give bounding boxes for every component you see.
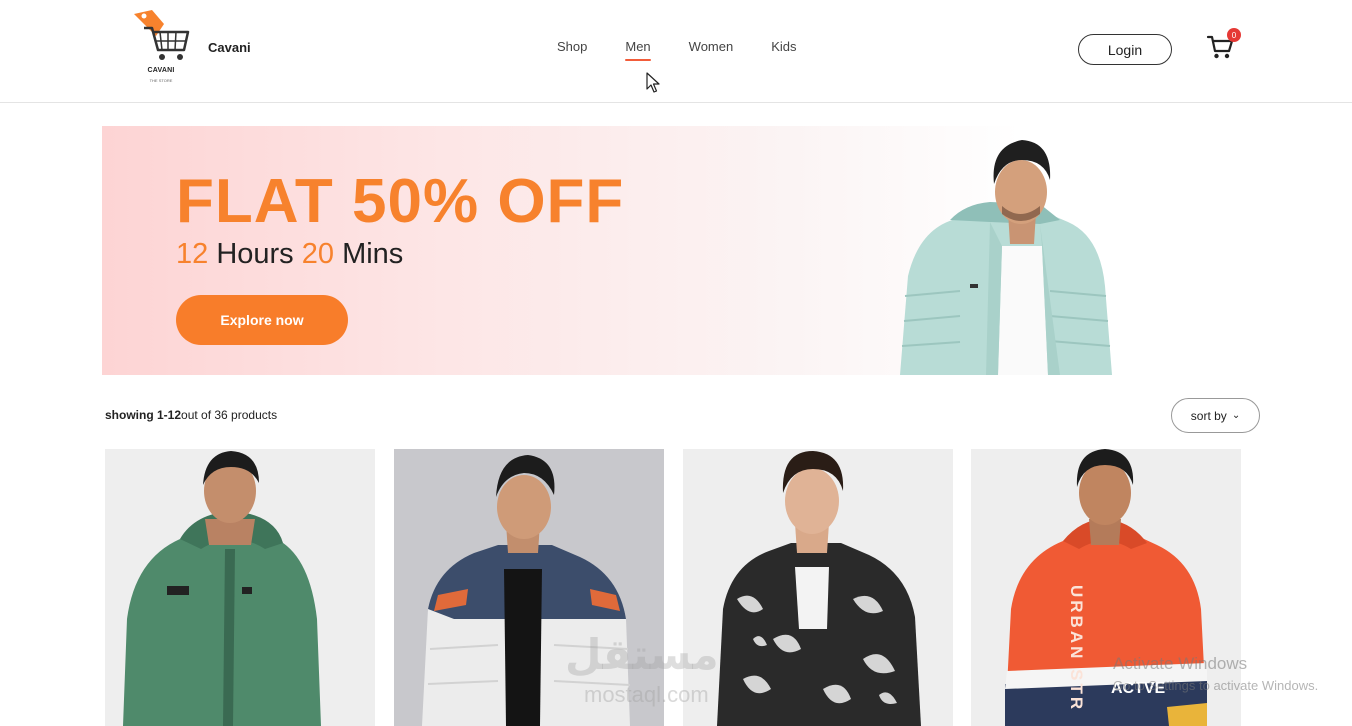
- promo-banner: FLAT 50% OFF 12 Hours 20 Mins Explore no…: [102, 126, 1250, 375]
- chevron-down-icon: ⌄: [1231, 410, 1241, 421]
- nav-item-women[interactable]: Women: [689, 39, 734, 54]
- logo-subtext: THE STORE: [149, 78, 173, 83]
- nav-item-shop[interactable]: Shop: [557, 39, 587, 54]
- explore-now-button[interactable]: Explore now: [176, 295, 348, 345]
- results-total: out of 36 products: [181, 408, 278, 422]
- watermark-site: mostaql.com: [584, 682, 709, 707]
- cart-count-badge: 0: [1227, 28, 1241, 42]
- mouse-cursor-icon: [646, 72, 660, 93]
- site-header: CAVANI THE STORE Cavani Shop Men Women K…: [0, 0, 1352, 103]
- product-card-bomber-jacket[interactable]: [683, 449, 953, 726]
- product-card-green-hoodie[interactable]: [105, 449, 375, 726]
- brand-logo[interactable]: CAVANI THE STORE: [130, 8, 192, 86]
- brand-name[interactable]: Cavani: [208, 40, 251, 55]
- banner-headline: FLAT 50% OFF: [176, 167, 625, 236]
- shopping-cart-logo-icon: [134, 10, 190, 60]
- countdown-timer: 12 Hours 20 Mins: [176, 238, 403, 271]
- activate-windows-subtitle: Go to Settings to activate Windows.: [1113, 678, 1319, 693]
- nav-item-kids[interactable]: Kids: [771, 39, 796, 54]
- product-image: [105, 449, 375, 726]
- sort-by-dropdown[interactable]: sort by ⌄: [1171, 398, 1260, 433]
- banner-model-image: [900, 140, 1112, 375]
- results-count: showing 1-12out of 36 products: [105, 408, 277, 422]
- results-range: showing 1-12: [105, 408, 182, 422]
- activate-windows-title: Activate Windows: [1113, 654, 1248, 673]
- nav-item-men[interactable]: Men: [625, 39, 651, 61]
- product-image: [683, 449, 953, 726]
- watermark-logo-arabic: مستقل: [565, 631, 719, 678]
- logo-text: CAVANI: [147, 67, 175, 74]
- urban-text: URBAN STR: [1067, 585, 1086, 712]
- sort-label: sort by: [1190, 408, 1227, 423]
- countdown-hours-label: Hours: [208, 238, 302, 270]
- main-nav: Shop Men Women Kids: [557, 39, 835, 61]
- countdown-hours: 12: [176, 238, 209, 270]
- countdown-mins: 20: [301, 238, 335, 270]
- countdown-mins-label: Mins: [334, 238, 404, 270]
- login-button[interactable]: Login: [1078, 34, 1172, 65]
